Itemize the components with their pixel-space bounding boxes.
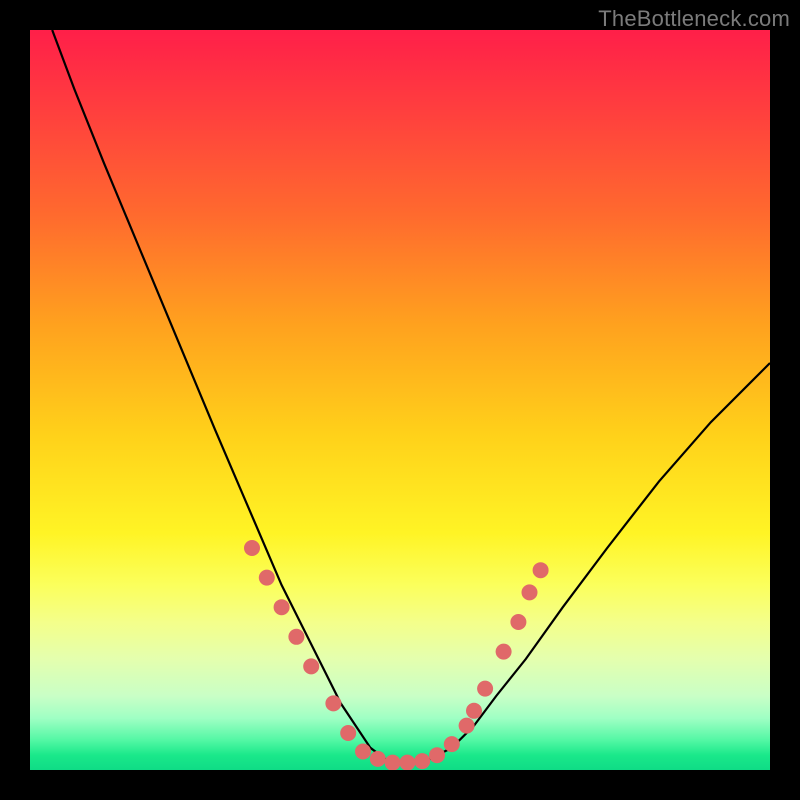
marker-dot [340, 725, 356, 741]
marker-dot [303, 658, 319, 674]
marker-dot [355, 744, 371, 760]
marker-dot [385, 755, 401, 770]
highlight-dots [244, 540, 549, 770]
marker-dot [466, 703, 482, 719]
marker-dot [510, 614, 526, 630]
marker-dot [325, 695, 341, 711]
marker-dot [399, 755, 415, 770]
marker-dot [274, 599, 290, 615]
marker-dot [244, 540, 260, 556]
marker-dot [533, 562, 549, 578]
marker-dot [370, 751, 386, 767]
marker-dot [444, 736, 460, 752]
marker-dot [414, 753, 430, 769]
marker-dot [496, 644, 512, 660]
curve-layer [30, 30, 770, 770]
marker-dot [429, 747, 445, 763]
marker-dot [522, 584, 538, 600]
plot-area [30, 30, 770, 770]
marker-dot [459, 718, 475, 734]
watermark-text: TheBottleneck.com [598, 6, 790, 32]
bottleneck-curve [52, 30, 770, 763]
marker-dot [259, 570, 275, 586]
marker-dot [288, 629, 304, 645]
chart-frame: TheBottleneck.com [0, 0, 800, 800]
marker-dot [477, 681, 493, 697]
